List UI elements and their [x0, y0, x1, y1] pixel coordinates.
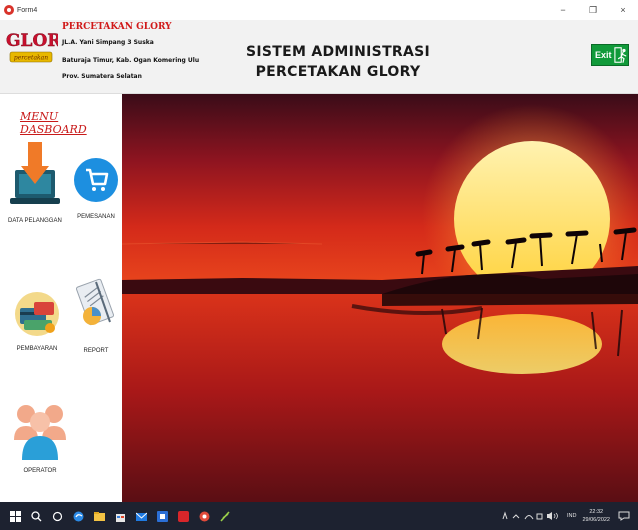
laptop-download-icon [9, 142, 60, 204]
users-icon [14, 405, 66, 460]
window-title: Form4 [17, 6, 38, 14]
menu-item-pemesanan[interactable]: PEMESANAN [72, 146, 120, 220]
menu-label-pemesanan: PEMESANAN [77, 214, 115, 220]
taskbar-chrome[interactable] [199, 511, 210, 522]
address-line-1: JL.A. Yani Simpang 3 Suska [62, 39, 154, 46]
taskbar-edge[interactable] [73, 511, 84, 522]
logo-text: GLORY [6, 31, 58, 51]
window-controls: − ❐ × [548, 0, 638, 20]
task-view-icon [52, 511, 63, 521]
tray-icons[interactable] [501, 511, 563, 521]
exit-button[interactable]: Exit [591, 44, 629, 66]
chrome-icon [199, 511, 210, 521]
menu-title: MENU DASBOARD [20, 110, 87, 136]
title-bar: Form4 − ❐ × [0, 0, 638, 20]
language-indicator[interactable]: IND [567, 513, 576, 519]
feather-app-icon [220, 510, 230, 522]
store-icon [116, 513, 125, 522]
payment-icon [15, 292, 59, 336]
sunset-scene [122, 94, 638, 502]
exit-label: Exit [595, 50, 612, 60]
taskbar-clock[interactable]: 22:32 29/06/2022 [582, 508, 610, 524]
company-name: PERCETAKAN GLORY [62, 22, 172, 32]
taskbar-search[interactable] [31, 510, 42, 522]
mail-icon [136, 512, 147, 521]
system-title-line-2: PERCETAKAN GLORY [255, 64, 421, 80]
start-button[interactable] [10, 510, 21, 522]
menu-item-report[interactable]: REPORT [76, 274, 116, 354]
shopping-cart-icon [74, 158, 118, 202]
logo-subtext: percetakan [14, 55, 48, 62]
menu-label-operator: OPERATOR [23, 468, 57, 474]
clock-date: 29/06/2022 [582, 517, 610, 523]
header: GLORY percetakan PERCETAKAN GLORY JL.A. … [0, 20, 638, 94]
taskbar-feather[interactable] [220, 510, 231, 522]
restore-button[interactable]: ❐ [578, 0, 608, 20]
taskbar-app-red[interactable] [178, 510, 189, 522]
taskbar-explorer[interactable] [94, 511, 105, 522]
menu-label-pembayaran: PEMBAYARAN [16, 346, 58, 352]
address-line-3: Prov. Sumatera Selatan [62, 73, 142, 80]
taskbar-store[interactable] [115, 511, 126, 522]
sunset-background-image [122, 94, 638, 502]
notification-icon[interactable] [618, 511, 630, 521]
menu-label-data-pelanggan: DATA PELANGGAN [8, 218, 62, 224]
task-view-button[interactable] [52, 511, 63, 522]
app-window: Form4 − ❐ × GLORY percetakan PERCETAKAN … [0, 0, 638, 530]
report-icon [76, 278, 114, 326]
taskbar: IND 22:32 29/06/2022 [0, 502, 638, 530]
file-explorer-icon [94, 511, 105, 521]
app-icon [4, 5, 14, 15]
windows-logo-icon [10, 510, 21, 522]
menu-item-data-pelanggan[interactable]: DATA PELANGGAN [8, 142, 62, 224]
address-line-2: Baturaja Timur, Kab. Ogan Komering Ulu [62, 57, 200, 64]
red-app-icon [178, 510, 189, 522]
menu-item-operator[interactable]: OPERATOR [12, 394, 68, 474]
edge-browser-icon [73, 511, 84, 521]
minimize-button[interactable]: − [548, 0, 578, 20]
sidebar-menu: MENU DASBOARD DATA PELANGGAN PEMESANAN P… [0, 94, 122, 502]
glory-logo: GLORY percetakan [6, 31, 58, 63]
close-button[interactable]: × [608, 0, 638, 20]
menu-item-pembayaran[interactable]: PEMBAYARAN [12, 284, 62, 352]
word-icon [157, 510, 168, 522]
clock-time: 22:32 [589, 509, 604, 515]
menu-label-report: REPORT [83, 348, 109, 354]
exit-running-icon [613, 47, 626, 63]
taskbar-mail[interactable] [136, 511, 147, 522]
system-title-line-1: SISTEM ADMINISTRASI [245, 44, 431, 60]
system-tray: IND 22:32 29/06/2022 [501, 502, 638, 530]
search-icon [31, 510, 42, 521]
system-title: SISTEM ADMINISTRASI PERCETAKAN GLORY [228, 42, 448, 82]
taskbar-word[interactable] [157, 510, 168, 522]
